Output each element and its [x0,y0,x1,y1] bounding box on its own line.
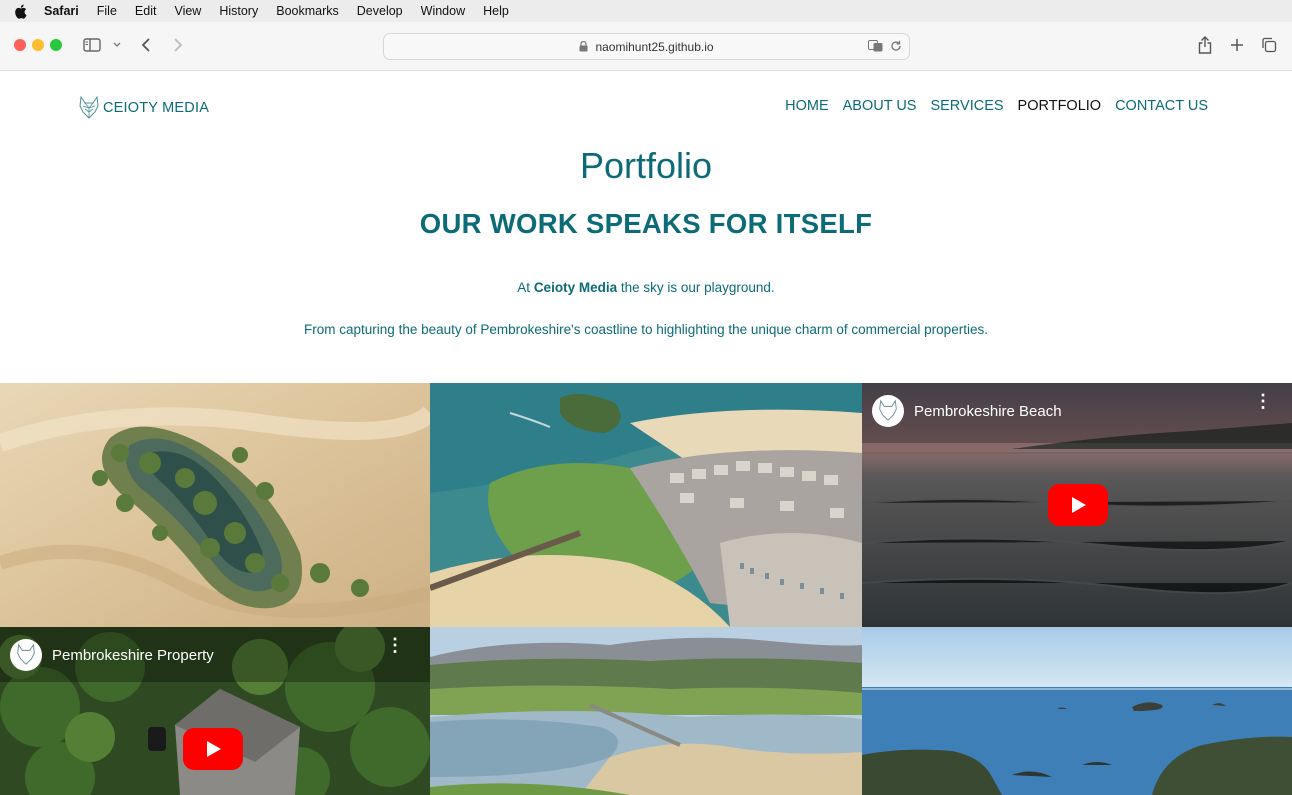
intro-text: At Ceioty Media the sky is our playgroun… [0,280,1292,295]
macos-menu-bar: Safari File Edit View History Bookmarks … [0,0,1292,22]
menu-help[interactable]: Help [483,4,509,18]
menu-history[interactable]: History [219,4,258,18]
nav-services[interactable]: SERVICES [930,98,1003,114]
menu-window[interactable]: Window [421,4,465,18]
page-subtitle: OUR WORK SPEAKS FOR ITSELF [419,208,873,239]
sidebar-toggle-icon[interactable] [82,37,102,53]
intro-suffix: the sky is our playground. [617,280,775,295]
youtube-video-pembrokeshire-beach[interactable]: Pembrokeshire Beach ⋮ [862,383,1292,627]
menu-view[interactable]: View [174,4,201,18]
menu-file[interactable]: File [97,4,117,18]
nav-about-us[interactable]: ABOUT US [843,98,917,114]
play-button-icon[interactable] [1048,484,1108,526]
play-button-icon[interactable] [183,728,243,770]
site-brand-text: CEIOTY MEDIA [103,100,210,116]
address-bar[interactable]: naomihunt25.github.io [383,33,910,60]
intro-prefix: At [517,280,534,295]
video-title[interactable]: Pembrokeshire Beach [914,403,1062,420]
channel-avatar-icon[interactable] [10,639,42,671]
chevron-down-icon[interactable] [112,39,122,51]
nav-portfolio[interactable]: PORTFOLIO [1018,98,1102,114]
menu-edit[interactable]: Edit [135,4,157,18]
nav-contact-us[interactable]: CONTACT US [1115,98,1208,114]
more-options-icon[interactable]: ⋮ [386,636,404,654]
more-options-icon[interactable]: ⋮ [1254,392,1272,410]
share-icon[interactable] [1196,35,1214,55]
minimize-window-button[interactable] [32,39,44,51]
browser-toolbar: naomihunt25.github.io [0,22,1292,71]
tab-overview-icon[interactable] [1260,36,1278,54]
web-page: CEIOTY MEDIA HOME ABOUT US SERVICES PORT… [0,71,1292,795]
lock-icon [579,41,589,53]
apple-menu-icon[interactable] [14,4,30,19]
menu-safari[interactable]: Safari [44,4,79,18]
video-header: Pembrokeshire Property [10,639,214,671]
nav-home[interactable]: HOME [785,98,829,114]
gallery-image-sea-islands[interactable] [862,627,1292,795]
youtube-video-pembrokeshire-property[interactable]: Pembrokeshire Property ⋮ [0,627,430,795]
url-text: naomihunt25.github.io [595,39,714,54]
menu-bookmarks[interactable]: Bookmarks [276,4,339,18]
site-brand-link[interactable]: CEIOTY MEDIA [78,95,209,121]
back-arrow-icon[interactable] [138,36,154,54]
channel-avatar-icon[interactable] [872,395,904,427]
reload-icon[interactable] [889,39,903,53]
zoom-window-button[interactable] [50,39,62,51]
wolf-logo-icon [78,95,100,121]
page-title: Portfolio [579,145,713,186]
gallery-image-estuary[interactable] [430,627,862,795]
intro-description: From capturing the beauty of Pembrokeshi… [304,322,988,337]
main-nav: HOME ABOUT US SERVICES PORTFOLIO CONTACT… [771,98,1208,114]
new-tab-icon[interactable] [1228,36,1246,54]
gallery-image-coastal-town[interactable] [430,383,862,627]
intro-brand: Ceioty Media [533,280,618,295]
video-title[interactable]: Pembrokeshire Property [52,647,214,664]
menu-develop[interactable]: Develop [357,4,403,18]
gallery-image-dunes[interactable] [0,383,430,627]
translate-icon[interactable] [867,39,883,53]
forward-arrow-icon[interactable] [170,36,186,54]
video-header: Pembrokeshire Beach [872,395,1062,427]
close-window-button[interactable] [14,39,26,51]
